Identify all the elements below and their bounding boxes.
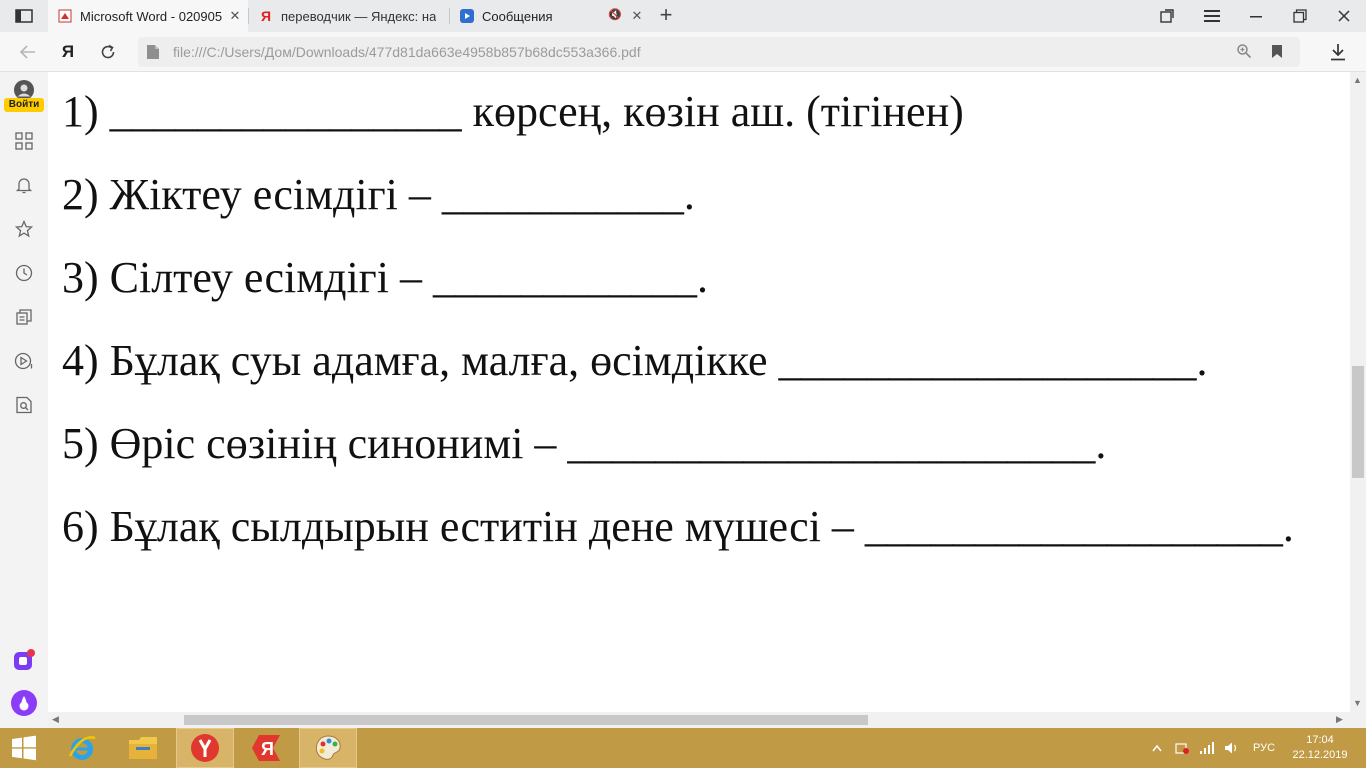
star-icon[interactable] xyxy=(12,217,36,241)
new-tab-button[interactable]: + xyxy=(654,4,678,28)
browser-sidebar: Войти xyxy=(0,72,48,728)
sidebar-toggle-button[interactable] xyxy=(0,0,48,32)
url-omnibox[interactable]: file:///C:/Users/Дом/Downloads/477d81da6… xyxy=(138,37,1300,67)
login-button[interactable]: Войти xyxy=(4,98,44,112)
yandex-icon: Я xyxy=(260,8,272,24)
services-grid-icon[interactable] xyxy=(12,129,36,153)
internet-explorer-taskbar-item[interactable] xyxy=(53,728,111,768)
yandex-taskbar-item[interactable]: Я xyxy=(237,728,295,768)
document-line-1: 1) ________________ көрсең, көзін аш. (т… xyxy=(62,87,964,136)
tab-messages[interactable]: Сообщения 🔇 ✕ xyxy=(450,0,650,32)
horizontal-scroll-thumb[interactable] xyxy=(184,715,868,725)
alice-speaker-icon[interactable] xyxy=(12,648,36,672)
vertical-scroll-thumb[interactable] xyxy=(1352,366,1364,478)
network-status-icon[interactable] xyxy=(1174,728,1190,768)
clock-date: 22.12.2019 xyxy=(1292,749,1348,761)
tab-bar: Microsoft Word - 020905 ✕ Я переводчик —… xyxy=(0,0,1366,32)
user-avatar-icon[interactable] xyxy=(14,80,34,100)
image-search-icon[interactable] xyxy=(12,393,36,417)
pdf-icon xyxy=(58,9,72,23)
menu-icon[interactable] xyxy=(1190,0,1234,32)
close-window-button[interactable] xyxy=(1322,0,1366,32)
document-line-6: 6) Бұлақ сылдырын еститін дене мүшесі – … xyxy=(62,502,1294,551)
yandex-logo-icon[interactable]: Я xyxy=(56,40,80,64)
history-clock-icon[interactable] xyxy=(12,261,36,285)
zoom-search-icon[interactable] xyxy=(1236,43,1252,64)
close-tab-icon[interactable]: ✕ xyxy=(228,9,242,23)
document-line-4: 4) Бұлақ суы адамға, малға, өсімдікке __… xyxy=(62,336,1208,385)
video-play-icon[interactable] xyxy=(12,349,36,373)
minimize-button[interactable] xyxy=(1234,0,1278,32)
yandex-browser-taskbar-item[interactable] xyxy=(176,728,234,768)
file-icon xyxy=(146,44,160,60)
restore-button[interactable] xyxy=(1278,0,1322,32)
bell-icon[interactable] xyxy=(12,173,36,197)
scroll-right-arrow-icon[interactable]: ▶ xyxy=(1336,714,1343,725)
tab-title: Microsoft Word - 020905 xyxy=(80,8,223,24)
tab-title: переводчик — Яндекс: на xyxy=(281,8,437,24)
address-bar: Я file:///C:/Users/Дом/Downloads/477d81d… xyxy=(0,32,1366,72)
folder-icon xyxy=(129,737,157,759)
scroll-up-arrow-icon[interactable]: ▲ xyxy=(1353,75,1362,85)
tray-overflow-arrow-icon[interactable] xyxy=(1152,728,1162,768)
windows-start-button[interactable] xyxy=(0,728,48,768)
alice-assistant-icon[interactable] xyxy=(11,690,37,716)
yandex-logo-letter: Я xyxy=(61,42,75,61)
tab-microsoft-word[interactable]: Microsoft Word - 020905 ✕ xyxy=(48,0,248,32)
bookmark-icon[interactable] xyxy=(1271,44,1283,64)
system-clock[interactable]: 17:04 22.12.2019 xyxy=(1290,733,1350,763)
scroll-down-arrow-icon[interactable]: ▼ xyxy=(1353,698,1362,708)
zen-feed-icon[interactable] xyxy=(12,305,36,329)
input-language-indicator[interactable]: РУС xyxy=(1253,728,1275,768)
url-text[interactable]: file:///C:/Users/Дом/Downloads/477d81da6… xyxy=(173,44,641,60)
downloads-panel-icon[interactable] xyxy=(1145,0,1189,32)
windows-logo-icon xyxy=(12,735,36,761)
scrollbar-corner xyxy=(1350,712,1366,728)
tab-translator[interactable]: Я переводчик — Яндекс: на xyxy=(249,0,449,32)
vertical-scrollbar[interactable]: ▲ ▼ xyxy=(1350,72,1366,712)
yandex-browser-icon xyxy=(191,734,219,762)
clock-time: 17:04 xyxy=(1306,734,1334,746)
document-line-5: 5) Өріс сөзінің синонимі – _____________… xyxy=(62,419,1107,468)
windows-taskbar: Я РУС 17:04 22.12.2019 xyxy=(0,728,1366,768)
volume-speaker-icon[interactable] xyxy=(1224,728,1240,768)
yandex-logo-taskbar-icon: Я xyxy=(252,735,280,761)
back-arrow-icon[interactable] xyxy=(16,40,40,64)
panel-icon xyxy=(15,9,33,23)
svg-text:Я: Я xyxy=(261,739,274,759)
document-line-2: 2) Жіктеу есімдігі – ___________. xyxy=(62,170,695,219)
video-icon xyxy=(460,9,474,23)
internet-explorer-icon xyxy=(68,736,96,760)
reload-icon[interactable] xyxy=(96,40,120,64)
paint-palette-icon xyxy=(315,735,341,760)
signal-strength-icon[interactable] xyxy=(1199,728,1215,768)
document-line-3: 3) Сілтеу есімдігі – ____________. xyxy=(62,253,708,302)
speaker-muted-icon[interactable]: 🔇 xyxy=(608,8,622,21)
download-icon[interactable] xyxy=(1326,40,1350,64)
paint-taskbar-item[interactable] xyxy=(299,728,357,768)
close-tab-icon[interactable]: ✕ xyxy=(630,9,644,23)
scroll-left-arrow-icon[interactable]: ◀ xyxy=(52,714,59,725)
tab-title: Сообщения xyxy=(482,8,553,24)
pdf-document-viewer: 1) ________________ көрсең, көзін аш. (т… xyxy=(48,72,1350,712)
file-explorer-taskbar-item[interactable] xyxy=(114,728,172,768)
horizontal-scrollbar[interactable]: ◀ ▶ xyxy=(48,712,1350,728)
